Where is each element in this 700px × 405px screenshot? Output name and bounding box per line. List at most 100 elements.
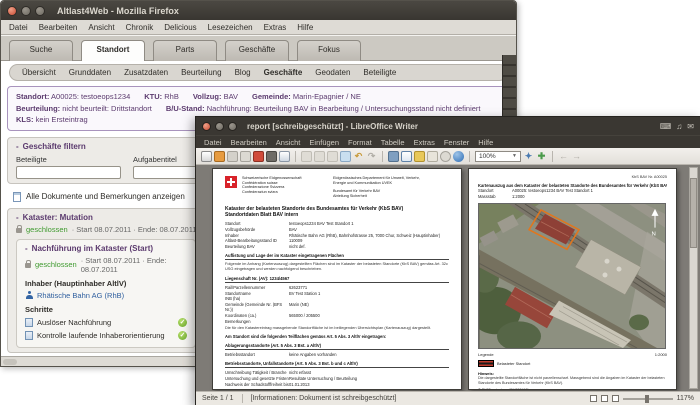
maximize-button[interactable] bbox=[228, 121, 237, 131]
schritt-link[interactable]: Auslöser Nachführung ✓ bbox=[25, 317, 187, 327]
book-view-icon[interactable] bbox=[611, 395, 619, 402]
email-icon[interactable] bbox=[240, 150, 251, 162]
app-tabbar: Suche Standort Parts Geschäfte Fokus bbox=[1, 36, 516, 61]
field-row: Massstab 1:2000 bbox=[478, 194, 667, 200]
app-subtab[interactable]: Beteiligte bbox=[363, 68, 396, 77]
app-subtab[interactable]: Zusatzdaten bbox=[124, 68, 168, 77]
mail-icon[interactable]: ✉ bbox=[687, 122, 694, 131]
minimize-button[interactable] bbox=[215, 121, 224, 131]
gallery-icon[interactable] bbox=[414, 150, 425, 162]
menu-item[interactable]: Fenster bbox=[444, 138, 469, 147]
copy-icon[interactable] bbox=[314, 150, 325, 162]
filter-field: Beteiligte bbox=[16, 155, 121, 179]
resize-grip[interactable] bbox=[3, 359, 17, 365]
menu-item[interactable]: Bearbeiten bbox=[231, 138, 267, 147]
app-subtab[interactable]: Grunddaten bbox=[69, 68, 111, 77]
insert-table-icon[interactable] bbox=[401, 150, 412, 162]
menu-item[interactable]: Format bbox=[348, 138, 372, 147]
writer-toolbar: ↶ ↷ 100% ▼ ✦ ✚ ← → bbox=[196, 148, 700, 165]
close-button[interactable] bbox=[202, 121, 211, 131]
zoom-combobox[interactable]: 100% ▼ bbox=[475, 150, 521, 162]
menu-item[interactable]: Bearbeiten bbox=[39, 23, 78, 32]
task-icon bbox=[25, 330, 33, 340]
close-button[interactable] bbox=[7, 5, 17, 16]
maximize-button[interactable] bbox=[35, 5, 45, 16]
collapse-icon[interactable]: - bbox=[25, 244, 28, 253]
menu-item[interactable]: Ansicht bbox=[88, 23, 114, 32]
menu-item[interactable]: Extras bbox=[414, 138, 435, 147]
inhaber-link[interactable]: Rhätische Bahn AG (RhB) bbox=[25, 291, 187, 300]
new-document-icon[interactable] bbox=[201, 150, 212, 162]
filter-input[interactable] bbox=[16, 165, 121, 179]
status-dates: · Start 08.07.2011 · Ende: 08.07.2011 bbox=[71, 224, 197, 234]
app-subtab[interactable]: Beurteilung bbox=[181, 68, 221, 77]
app-subtab[interactable]: Blog bbox=[235, 68, 251, 77]
app-subtab[interactable]: Übersicht bbox=[22, 68, 56, 77]
save-icon[interactable] bbox=[227, 150, 238, 162]
open-icon[interactable] bbox=[214, 150, 225, 162]
minimize-button[interactable] bbox=[21, 5, 31, 16]
help-icon[interactable]: ✚ bbox=[536, 151, 547, 162]
field-value: Marin (NE) bbox=[289, 301, 309, 307]
info-pair: Beurteilung: nicht beurteilt: Drittstand… bbox=[16, 104, 152, 113]
sound-icon[interactable]: ♫ bbox=[676, 122, 682, 131]
dept-lines: Eidgenössisches Departement für Umwelt, … bbox=[333, 176, 420, 185]
menu-item[interactable]: Datei bbox=[9, 23, 28, 32]
keyboard-indicator-icon[interactable]: ⌨ bbox=[660, 122, 672, 131]
confed-line: Confederaziun svizra bbox=[242, 189, 278, 194]
navigator-icon[interactable] bbox=[453, 150, 464, 162]
writer-titlebar[interactable]: report [schreibgeschützt] - LibreOffice … bbox=[196, 117, 700, 135]
back-icon[interactable]: ← bbox=[558, 151, 569, 162]
collapse-icon[interactable]: - bbox=[16, 213, 19, 222]
panel-title-nachfuehrung[interactable]: - Nachführung im Kataster (Start) bbox=[25, 244, 187, 253]
find-replace-icon[interactable] bbox=[440, 150, 451, 162]
print-icon[interactable] bbox=[266, 150, 277, 162]
export-pdf-icon[interactable] bbox=[253, 150, 264, 162]
zoom-slider-knob[interactable] bbox=[644, 394, 649, 403]
toolbar-separator bbox=[469, 150, 470, 162]
menu-item[interactable]: Chronik bbox=[126, 23, 154, 32]
app-tab[interactable]: Suche bbox=[9, 40, 73, 61]
paste-icon[interactable] bbox=[327, 150, 338, 162]
page-indicator[interactable]: Seite 1 / 1 bbox=[202, 395, 234, 402]
collapse-icon[interactable]: - bbox=[16, 142, 19, 151]
single-page-view-icon[interactable] bbox=[589, 395, 597, 402]
info-label: KTU: bbox=[144, 92, 163, 101]
vertical-scrollbar[interactable] bbox=[689, 167, 698, 389]
menu-item[interactable]: Tabelle bbox=[381, 138, 405, 147]
app-tab[interactable]: Fokus bbox=[297, 40, 361, 61]
page-preview-icon[interactable] bbox=[279, 150, 290, 162]
zoom-slider[interactable] bbox=[622, 394, 673, 403]
app-tab[interactable]: Parts bbox=[153, 40, 217, 61]
menu-item[interactable]: Hilfe bbox=[478, 138, 493, 147]
zoom-in-icon[interactable]: ✦ bbox=[523, 151, 534, 162]
format-paintbrush-icon[interactable] bbox=[340, 150, 351, 162]
schritte-label: Schritte bbox=[25, 304, 53, 314]
menu-item[interactable]: Lesezeichen bbox=[208, 23, 253, 32]
app-subtab[interactable]: Geschäfte bbox=[264, 68, 303, 77]
zoom-percentage[interactable]: 117% bbox=[677, 395, 694, 402]
cut-icon[interactable] bbox=[301, 150, 312, 162]
show-draw-functions-icon[interactable] bbox=[427, 150, 438, 162]
forward-icon[interactable]: → bbox=[571, 151, 582, 162]
menu-item[interactable]: Datei bbox=[204, 138, 222, 147]
menu-item[interactable]: Delicious bbox=[164, 23, 196, 32]
app-tab[interactable]: Geschäfte bbox=[225, 40, 289, 61]
menu-item[interactable]: Einfügen bbox=[309, 138, 339, 147]
schritt-link[interactable]: Kontrolle laufende Inhaberorientierung ✓ bbox=[25, 330, 187, 340]
firefox-titlebar[interactable]: Altlast4Web - Mozilla Firefox bbox=[1, 1, 516, 20]
undo-icon[interactable]: ↶ bbox=[353, 151, 364, 162]
menu-item[interactable]: Hilfe bbox=[297, 23, 313, 32]
task-icon bbox=[25, 317, 33, 327]
hyperlink-icon[interactable] bbox=[388, 150, 399, 162]
office-line: Abteilung Sicherheit bbox=[333, 193, 367, 198]
menu-item[interactable]: Ansicht bbox=[276, 138, 301, 147]
app-tab[interactable]: Standort bbox=[81, 40, 145, 61]
multi-page-view-icon[interactable] bbox=[600, 395, 608, 402]
scrollbar-thumb[interactable] bbox=[690, 178, 697, 248]
redo-icon[interactable]: ↷ bbox=[366, 151, 377, 162]
info-value: Nachführung: Beurteilung BAV in Bearbeit… bbox=[206, 103, 481, 113]
app-subtab[interactable]: Geodaten bbox=[315, 68, 350, 77]
info-label: Standort: bbox=[16, 92, 50, 101]
menu-item[interactable]: Extras bbox=[264, 23, 287, 32]
